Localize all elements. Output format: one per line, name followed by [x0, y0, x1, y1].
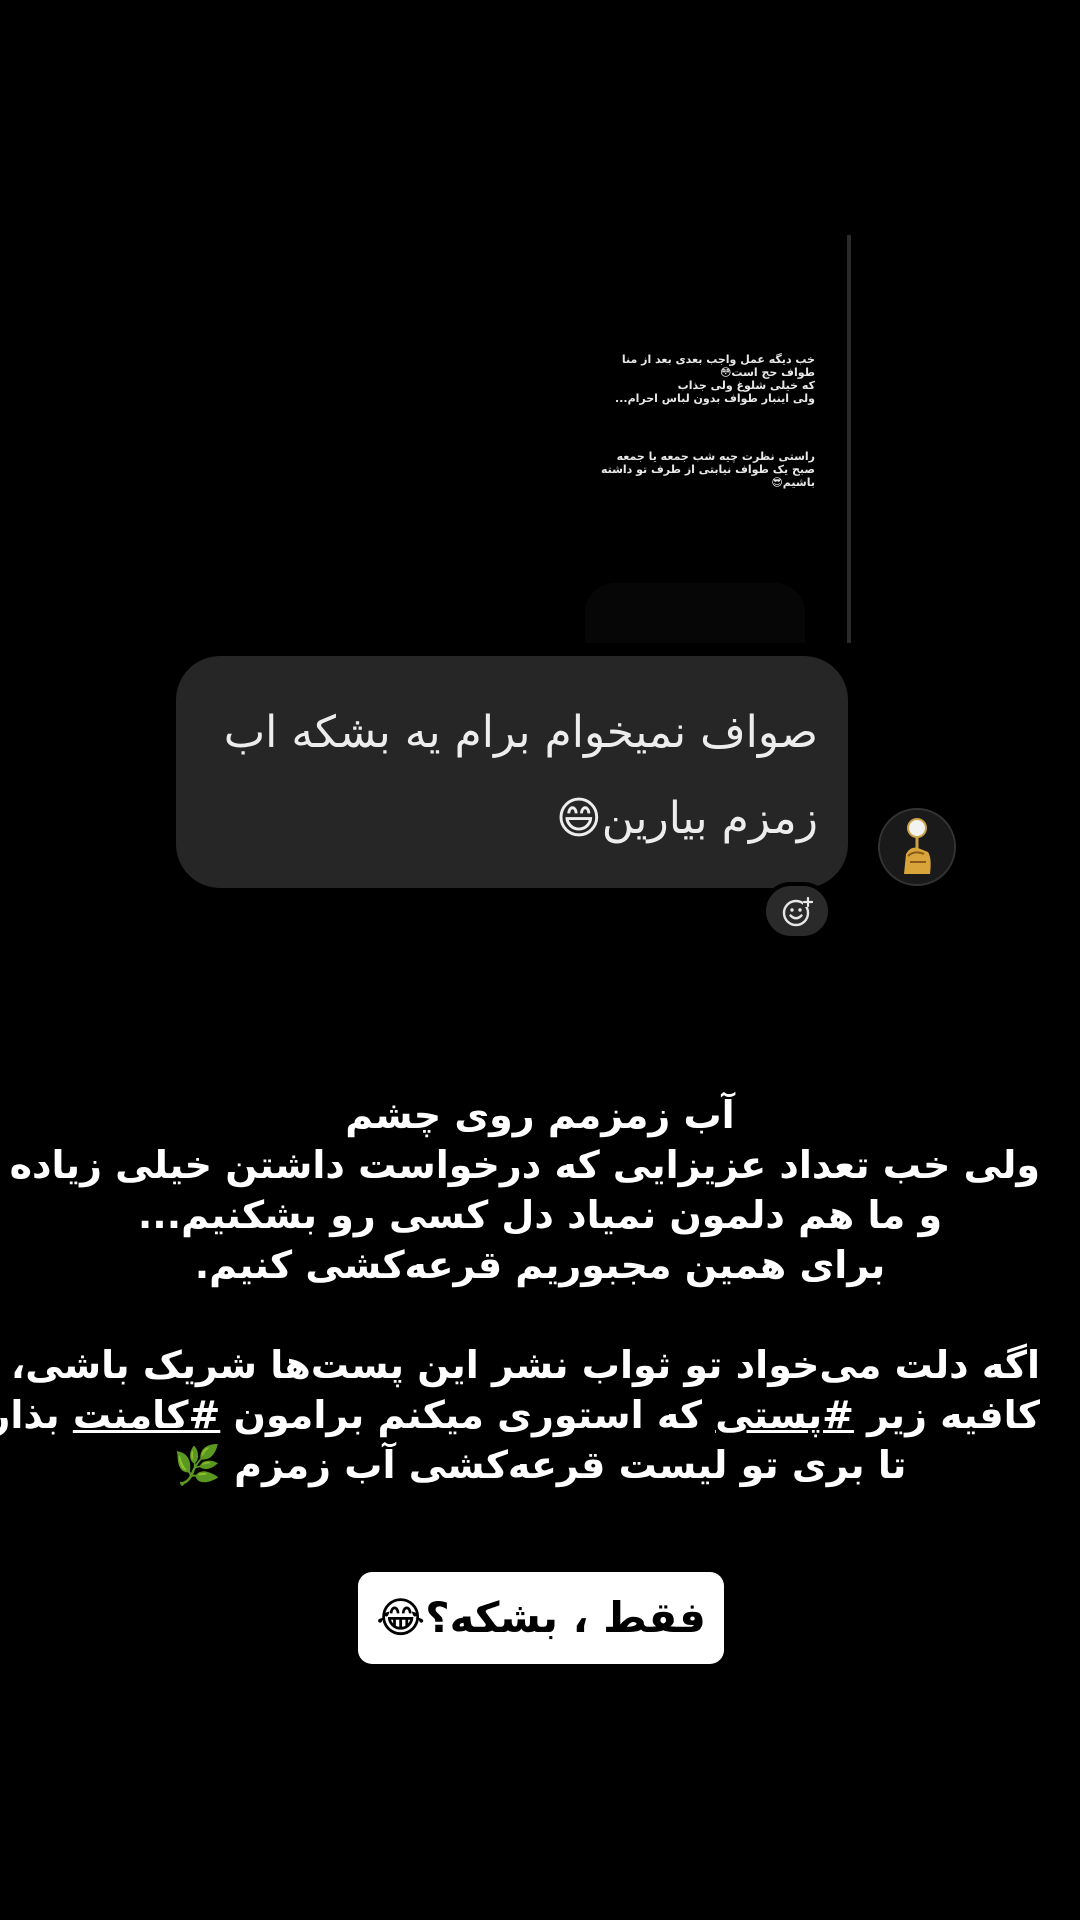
- hashtag-post[interactable]: #پستی: [715, 1393, 854, 1437]
- avatar-image-icon: [880, 810, 954, 884]
- caption-text-block: آب زمزمم روی چشم ولی خب تعداد عزیزایی که…: [0, 1090, 1040, 1490]
- caption-line-5: اگه دلت می‌خواد تو ثواب نشر این پست‌ها ش…: [10, 1343, 1040, 1387]
- caption-line-3: و ما هم دلمون نمیاد دل کسی رو بشکنیم...: [137, 1193, 943, 1237]
- caption-line-7: تا بری تو لیست قرعه‌کشی آب زمزم 🌿: [173, 1443, 907, 1487]
- question-sticker: فقط ، بشکه؟😂: [358, 1572, 724, 1664]
- caption-line-6-part-b: که استوری میکنم برامون: [220, 1393, 716, 1437]
- caption-line-1: آب زمزمم روی چشم: [345, 1093, 735, 1137]
- shared-story-preview[interactable]: خب دیگه عمل واجب بعدی بعد از منا طواف حج…: [555, 235, 851, 643]
- story-text-paragraph-2: راستی نظرت چیه شب جمعه یا جمعه صبح یک طو…: [600, 450, 815, 489]
- caption-line-6-part-c: بذاری: [0, 1393, 60, 1437]
- story-text-paragraph-1: خب دیگه عمل واجب بعدی بعد از منا طواف حج…: [615, 353, 815, 405]
- add-reaction-icon: [782, 896, 813, 927]
- hashtag-comment[interactable]: #کامنت: [73, 1393, 220, 1437]
- message-bubble[interactable]: صواف نمیخوام برام یه بشکه اب زمزم بیارین…: [176, 656, 848, 888]
- caption-paragraph-gap: [40, 1290, 1040, 1340]
- caption-line-6-part-a: کافیه زیر: [853, 1393, 1040, 1437]
- message-text: صواف نمیخوام برام یه بشکه اب زمزم بیارین…: [223, 707, 818, 844]
- story-reply-indicator-bar: [847, 235, 851, 643]
- question-sticker-text: فقط ، بشکه؟😂: [376, 1593, 706, 1642]
- caption-line-6: کافیه زیر #پستی که استوری میکنم برامون #…: [0, 1390, 1040, 1440]
- story-preview-shade: [585, 583, 805, 643]
- add-reaction-button[interactable]: [762, 882, 832, 940]
- sender-avatar[interactable]: [878, 808, 956, 886]
- caption-line-4: برای همین مجبوریم قرعه‌کشی کنیم.: [194, 1243, 886, 1287]
- caption-line-2: ولی خب تعداد عزیزایی که درخواست داشتن خی…: [9, 1143, 1040, 1187]
